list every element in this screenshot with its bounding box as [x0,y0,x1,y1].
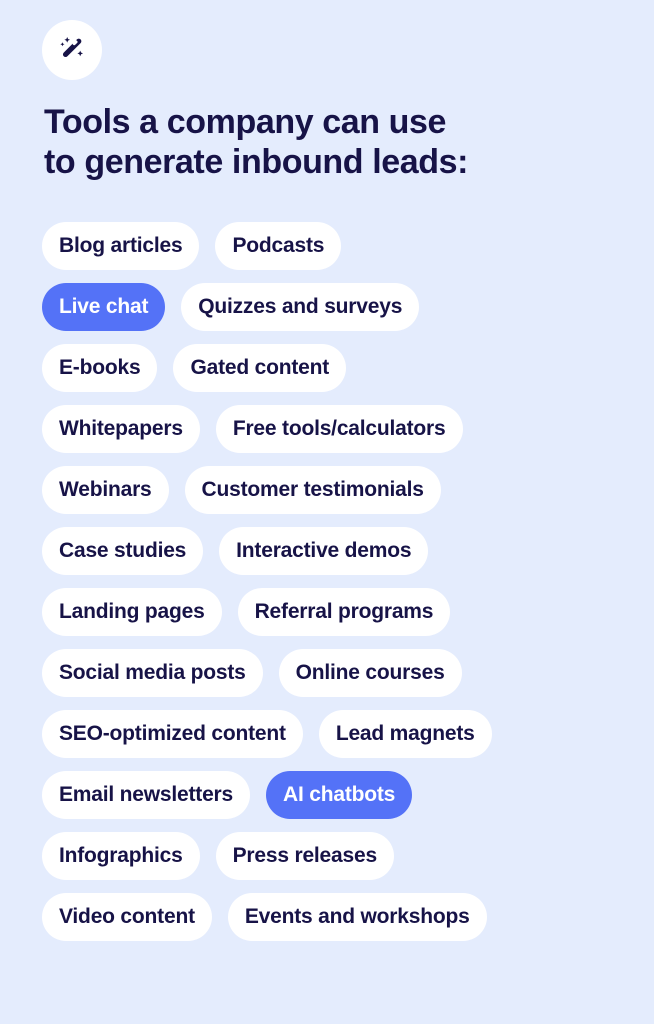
tag-pill[interactable]: Referral programs [237,588,451,636]
tag-row: Social media posts Online courses [42,649,614,697]
tag-pill[interactable]: Customer testimonials [184,466,441,514]
tag-pill[interactable]: Press releases [215,832,394,880]
tag-pill-highlighted[interactable]: Live chat [42,283,166,331]
tag-pill[interactable]: SEO-optimized content [42,710,303,758]
tag-pill[interactable]: Social media posts [42,649,263,697]
tag-pill[interactable]: Whitepapers [42,405,200,453]
magic-wand-icon [56,34,88,66]
tag-pill[interactable]: Blog articles [42,222,200,270]
tag-row: Landing pages Referral programs [42,588,614,636]
tag-pill[interactable]: Gated content [173,344,347,392]
tag-pill[interactable]: Events and workshops [227,893,487,941]
tag-pill[interactable]: Case studies [42,527,204,575]
tag-list: Blog articles Podcasts Live chat Quizzes… [42,222,614,941]
tag-pill[interactable]: Quizzes and surveys [181,283,420,331]
tag-pill[interactable]: Email newsletters [42,771,251,819]
tag-row: Whitepapers Free tools/calculators [42,405,614,453]
tag-row: Blog articles Podcasts [42,222,614,270]
tag-pill[interactable]: E-books [42,344,158,392]
page-title: Tools a company can use to generate inbo… [44,103,469,181]
tag-pill[interactable]: Free tools/calculators [215,405,463,453]
tag-pill[interactable]: Video content [42,893,212,941]
tag-row: Webinars Customer testimonials [42,466,614,514]
badge-circle [42,20,102,80]
tag-pill[interactable]: Online courses [278,649,462,697]
tag-row: E-books Gated content [42,344,614,392]
tag-row: Infographics Press releases [42,832,614,880]
tag-pill[interactable]: Webinars [42,466,169,514]
tag-pill[interactable]: Landing pages [42,588,222,636]
tag-row: Case studies Interactive demos [42,527,614,575]
tag-row: Video content Events and workshops [42,893,614,941]
tag-row: SEO-optimized content Lead magnets [42,710,614,758]
tag-pill-highlighted[interactable]: AI chatbots [266,771,413,819]
tag-pill[interactable]: Interactive demos [219,527,429,575]
tag-pill[interactable]: Lead magnets [318,710,492,758]
tag-row: Email newsletters AI chatbots [42,771,614,819]
infographic-poster: Tools a company can use to generate inbo… [0,0,654,1024]
tag-pill[interactable]: Podcasts [215,222,342,270]
tag-row: Live chat Quizzes and surveys [42,283,614,331]
tag-pill[interactable]: Infographics [42,832,200,880]
